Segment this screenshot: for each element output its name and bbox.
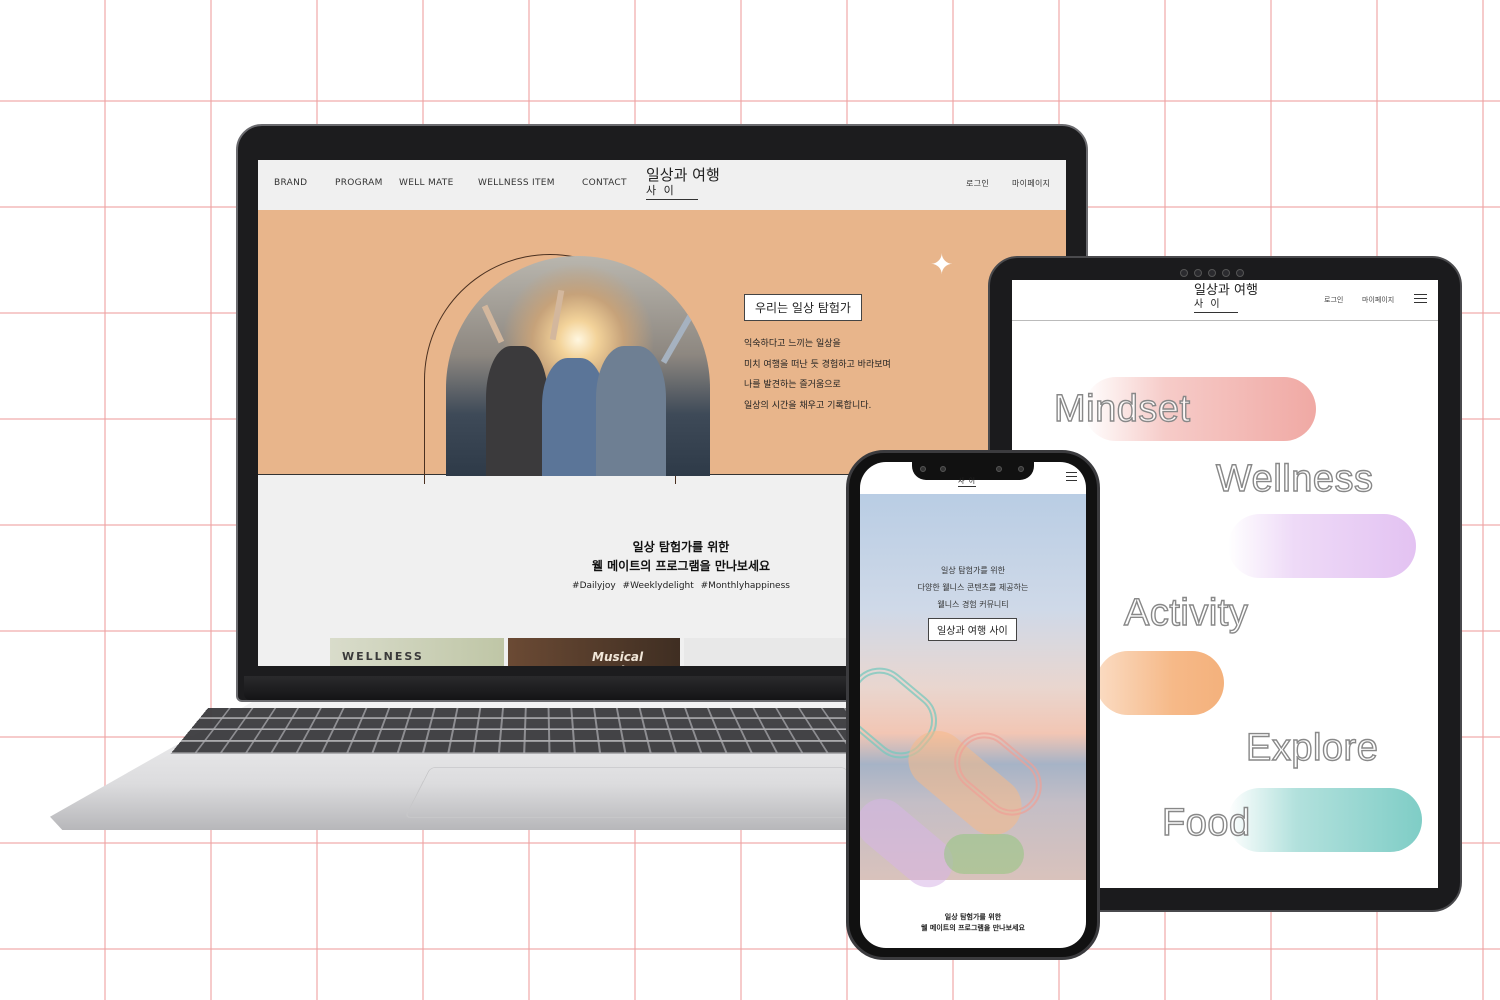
- logo-main-text: 일상과 여행: [646, 166, 720, 184]
- laptop-keyboard: [170, 708, 910, 755]
- hero-line: 나를 발견하는 즐거움으로: [744, 380, 841, 390]
- tablet-camera: [1180, 262, 1270, 277]
- program-card-wellness[interactable]: WELLNESS: [330, 638, 504, 666]
- nav-login[interactable]: 로그인: [966, 178, 989, 189]
- logo-main-text: 일상과 여행: [1194, 283, 1258, 298]
- laptop-trackpad: [404, 767, 872, 818]
- hero-section: ✦ 우리는 일상 탐험가 익숙하다고 느끼는 일상을 미치 여행을 떠난 듯 경…: [258, 210, 1066, 484]
- category-explore[interactable]: Explore: [1245, 726, 1378, 770]
- nav-well-mate[interactable]: WELL MATE: [399, 178, 454, 188]
- category-mindset[interactable]: Mindset: [1053, 387, 1190, 431]
- category-wellness[interactable]: Wellness: [1215, 457, 1373, 501]
- tablet-logo[interactable]: 일상과 여행 사 이: [1194, 284, 1258, 313]
- phone-section-title: 일상 탐험가를 위한 웰 메이트의 프로그램을 만나보세요: [860, 912, 1086, 934]
- nav-mypage[interactable]: 마이페이지: [1012, 178, 1050, 189]
- phone-logo[interactable]: 사 이: [958, 476, 977, 487]
- nav-mypage[interactable]: 마이페이지: [1362, 295, 1394, 305]
- card-label: Musical Movie: [592, 650, 644, 666]
- menu-icon[interactable]: [1414, 294, 1427, 304]
- category-pill-food: [1228, 788, 1422, 852]
- logo-sub-text: 사 이: [1194, 298, 1238, 313]
- nav-program[interactable]: PROGRAM: [335, 178, 383, 188]
- category-food[interactable]: Food: [1161, 801, 1251, 845]
- sparkle-icon: ✦: [930, 248, 954, 281]
- tablet-nav: 일상과 여행 사 이 로그인 마이페이지: [1012, 280, 1438, 321]
- hero-line: 일상 탐험가를 위한: [941, 566, 1005, 575]
- site-logo[interactable]: 일상과 여행 사 이: [646, 167, 720, 200]
- category-pill-wellness: [1228, 514, 1416, 578]
- logo-sub-text: 사 이: [646, 183, 698, 200]
- hero-line: 일상의 시간을 채우고 기록합니다.: [744, 400, 872, 411]
- raised-arm: [481, 304, 505, 344]
- menu-icon[interactable]: [1066, 472, 1077, 481]
- raised-arm: [660, 314, 694, 364]
- category-pill-activity: [1096, 651, 1224, 715]
- card-label: WELLNESS: [342, 650, 424, 663]
- program-card-musical-movie[interactable]: Musical Movie: [508, 638, 680, 666]
- phone-hero-image: [860, 494, 1086, 898]
- person-silhouette: [596, 346, 666, 476]
- nav-brand[interactable]: BRAND: [274, 178, 307, 188]
- section-title-line: 일상 탐험가를 위한: [944, 913, 1002, 921]
- hero-description: 익숙하다고 느끼는 일상을 미치 여행을 떠난 듯 경험하고 바라보며 나를 발…: [744, 334, 964, 416]
- category-activity[interactable]: Activity: [1123, 591, 1248, 635]
- phone-hero-text: 일상 탐험가를 위한 다양한 웰니스 콘텐츠를 제공하는 웰니스 경험 커뮤니티: [860, 562, 1086, 613]
- hero-line: 미치 여행을 떠난 듯 경험하고 바라보며: [744, 359, 891, 370]
- nav-contact[interactable]: CONTACT: [582, 178, 627, 188]
- person-silhouette: [486, 346, 548, 476]
- raised-arm: [549, 289, 565, 341]
- hero-line: 익숙하다고 느끼는 일상을: [744, 339, 841, 349]
- program-card[interactable]: [684, 638, 856, 666]
- hero-line: 다양한 웰니스 콘텐츠를 제공하는: [917, 583, 1029, 592]
- phone-screen: 사 이 일상 탐험가를 위한 다양한 웰니스 콘텐츠를 제공하는 웰니스 경험 …: [860, 462, 1086, 948]
- laptop-nav: BRAND PROGRAM WELL MATE WELLNESS ITEM CO…: [258, 160, 1066, 210]
- hero-button[interactable]: 우리는 일상 탐험가: [744, 294, 862, 321]
- hero-line: 웰니스 경험 커뮤니티: [937, 600, 1009, 609]
- section-title-line: 웰 메이트의 프로그램을 만나보세요: [921, 924, 1025, 932]
- decorative-stripes: [944, 834, 1024, 874]
- nav-login[interactable]: 로그인: [1324, 295, 1343, 305]
- phone-hero-button[interactable]: 일상과 여행 사이: [928, 618, 1017, 641]
- nav-wellness-item[interactable]: WELLNESS ITEM: [478, 178, 555, 188]
